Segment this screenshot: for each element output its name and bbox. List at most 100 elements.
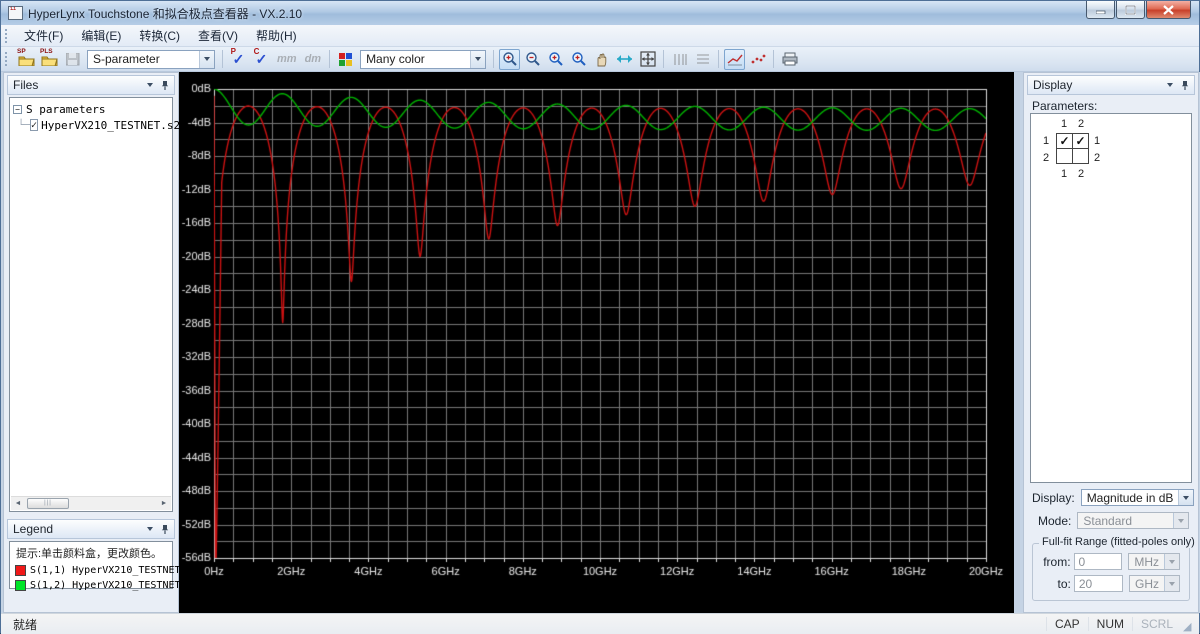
display-mode-label: Display: — [1032, 491, 1075, 505]
legend-item-s11[interactable]: S(1,1) HyperVX210_TESTNET.s2p — [10, 563, 172, 578]
pan-hand-icon — [594, 52, 609, 67]
palette-icon — [339, 53, 352, 66]
save-button — [62, 49, 83, 70]
resize-grip[interactable]: ◢ — [1183, 620, 1196, 633]
menu-file[interactable]: 文件(F) — [15, 25, 72, 46]
toolbar-separator — [493, 50, 494, 68]
pin-icon[interactable] — [161, 524, 169, 535]
combo-arrow-icon — [1164, 554, 1179, 569]
mode-combobox: Standard — [1077, 512, 1189, 529]
menu-bar: 文件(F) 编辑(E) 转换(C) 查看(V) 帮助(H) — [1, 25, 1199, 47]
menu-edit[interactable]: 编辑(E) — [72, 25, 130, 46]
combo-arrow-icon — [1164, 576, 1179, 591]
matrix-cell-s11-checkbox[interactable]: ✓ — [1056, 133, 1073, 149]
tree-node-file[interactable]: └─ ✓ HyperVX210_TESTNET.s2p — [10, 117, 172, 133]
files-horizontal-scrollbar[interactable]: ◄ ||| ► — [11, 496, 171, 510]
s11-color-swatch[interactable] — [15, 565, 26, 576]
color-scheme-combobox[interactable]: Many color — [360, 50, 486, 69]
s12-color-swatch[interactable] — [15, 580, 26, 591]
from-unit-value: MHz — [1129, 555, 1164, 569]
legend-item-s12[interactable]: S(1,2) HyperVX210_TESTNET.s2p — [10, 578, 172, 593]
menu-convert[interactable]: 转换(C) — [130, 25, 189, 46]
toolbar-separator — [773, 50, 774, 68]
combo-arrow-icon[interactable] — [1178, 490, 1193, 505]
toolbar-separator — [329, 50, 330, 68]
scroll-left-arrow-icon[interactable]: ◄ — [11, 497, 25, 511]
zoom-out-icon — [525, 51, 541, 67]
open-pls-button[interactable]: PLS — [39, 49, 60, 70]
pan-button[interactable] — [591, 49, 612, 70]
scroll-thumb[interactable]: ||| — [27, 498, 69, 509]
to-input: 20 — [1074, 575, 1123, 592]
combo-arrow-icon[interactable] — [199, 51, 214, 68]
parameters-label: Parameters: — [1032, 99, 1097, 113]
sparameter-combobox[interactable]: S-parameter — [87, 50, 215, 69]
tree-file-label: HyperVX210_TESTNET.s2p — [41, 119, 187, 132]
tree-node-sparameters[interactable]: − S parameters — [10, 101, 172, 117]
matrix-row-label-right-2: 2 — [1094, 152, 1100, 164]
sp-tag: SP — [17, 49, 26, 55]
sparam-chart-canvas[interactable] — [179, 72, 1014, 613]
menu-help[interactable]: 帮助(H) — [247, 25, 306, 46]
zoom-window-button[interactable] — [499, 49, 520, 70]
menu-grip — [5, 29, 9, 43]
legend-box: 提示:单击颜料盒，更改颜色。 S(1,1) HyperVX210_TESTNET… — [9, 541, 173, 589]
to-unit-combobox: GHz — [1129, 575, 1180, 592]
fit-width-button[interactable] — [614, 49, 635, 70]
matrix-row-label-right-1: 1 — [1094, 135, 1100, 147]
toolbar-separator — [663, 50, 664, 68]
zoom-out-button[interactable] — [522, 49, 543, 70]
status-bar: 就绪 CAP NUM SCRL ◢ — [1, 613, 1199, 634]
pin-icon[interactable] — [1181, 80, 1189, 91]
matrix-col-label-bottom-2: 2 — [1078, 168, 1084, 180]
matrix-cell-s21-checkbox[interactable] — [1056, 148, 1073, 164]
unit-mm-button: mm — [274, 49, 300, 70]
point-plot-button[interactable] — [747, 49, 768, 70]
minimize-button[interactable] — [1086, 1, 1115, 19]
toolbar-separator — [718, 50, 719, 68]
pane-menu-chevron-icon[interactable] — [147, 83, 153, 87]
print-button[interactable] — [779, 49, 800, 70]
line-plot-button[interactable] — [724, 49, 745, 70]
check-fitted-poles-button[interactable]: ✓ P — [228, 49, 249, 70]
from-unit-combobox: MHz — [1128, 553, 1180, 570]
fit-width-icon — [616, 53, 633, 65]
mode-label: Mode: — [1038, 514, 1071, 528]
combo-arrow-icon — [1173, 513, 1188, 528]
files-pane-title: Files — [13, 78, 38, 92]
status-scrl: SCRL — [1132, 617, 1181, 631]
pin-icon[interactable] — [161, 80, 169, 91]
pane-menu-chevron-icon[interactable] — [147, 527, 153, 531]
to-unit-value: GHz — [1130, 577, 1164, 591]
zoom-in-x-button[interactable] — [545, 49, 566, 70]
app-icon — [8, 6, 23, 20]
scroll-right-arrow-icon[interactable]: ► — [157, 497, 171, 511]
menu-view[interactable]: 查看(V) — [189, 25, 247, 46]
file-checkbox[interactable]: ✓ — [30, 119, 38, 131]
display-mode-value: Magnitude in dB — [1082, 491, 1179, 505]
title-bar: HyperLynx Touchstone 和拟合极点查看器 - VX.2.10 — [1, 1, 1199, 25]
zoom-in-x-icon — [548, 51, 564, 67]
pane-menu-chevron-icon[interactable] — [1167, 83, 1173, 87]
check-compare-button[interactable]: ✓ C — [251, 49, 272, 70]
status-cap: CAP — [1046, 617, 1088, 631]
toolbar: SP PLS S-parameter ✓ P ✓ C mm dm — [1, 47, 1199, 72]
tree-collapse-icon[interactable]: − — [13, 105, 22, 114]
close-button[interactable] — [1146, 1, 1191, 19]
chart-area — [179, 72, 1014, 613]
fit-all-button[interactable] — [637, 49, 658, 70]
zoom-in-y-button[interactable] — [568, 49, 589, 70]
matrix-cell-s12-checkbox[interactable]: ✓ — [1072, 133, 1089, 149]
combo-arrow-icon[interactable] — [470, 51, 485, 68]
display-pane-title: Display — [1033, 78, 1072, 92]
check-p-tag: P — [231, 47, 236, 56]
pls-tag: PLS — [40, 49, 53, 55]
stack-vertical-icon — [673, 53, 687, 66]
color-palette-button[interactable] — [335, 49, 356, 70]
maximize-button[interactable] — [1116, 1, 1145, 19]
display-mode-combobox[interactable]: Magnitude in dB — [1081, 489, 1195, 506]
fullfit-range-group: Full-fit Range (fitted-poles only) from:… — [1032, 543, 1190, 601]
open-sparameter-button[interactable]: SP — [16, 49, 37, 70]
matrix-col-label-top-1: 1 — [1061, 118, 1067, 130]
matrix-cell-s22-checkbox[interactable] — [1072, 148, 1089, 164]
